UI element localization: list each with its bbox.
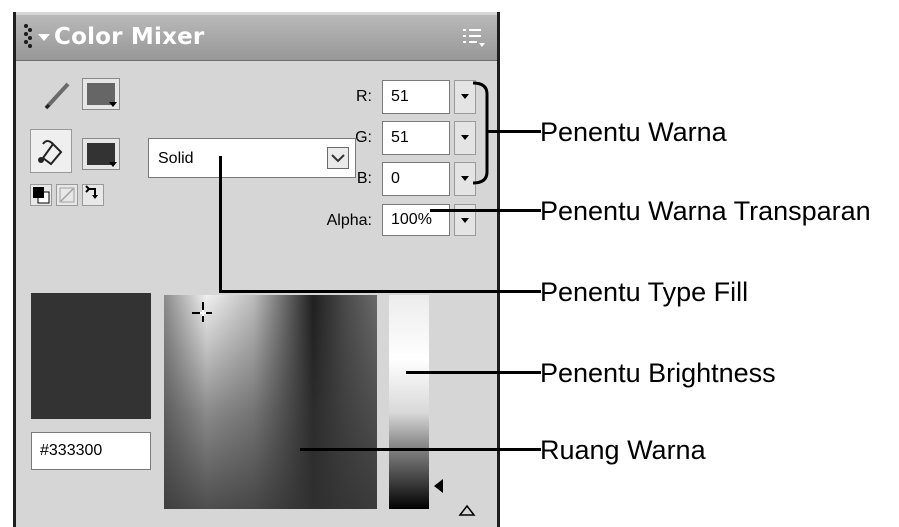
green-channel-label: G: — [355, 129, 372, 146]
blue-channel-label: B: — [356, 170, 372, 187]
callout-line-ruang — [300, 448, 541, 451]
stroke-color-button[interactable] — [82, 78, 120, 110]
collapse-arrow-icon[interactable] — [38, 34, 50, 41]
chevron-down-icon — [461, 135, 469, 140]
blue-channel-input[interactable]: 0 — [382, 162, 450, 196]
green-channel-input[interactable]: 51 — [382, 121, 450, 155]
fill-type-value: Solid — [158, 150, 194, 167]
chevron-down-icon — [109, 102, 117, 107]
callout-ruang-warna: Ruang Warna — [540, 435, 706, 465]
crosshair-cursor-icon — [192, 302, 212, 322]
callout-penentu-warna: Penentu Warna — [540, 117, 727, 147]
chevron-down-icon — [331, 154, 345, 163]
chevron-down-icon — [461, 176, 469, 181]
callout-line-warna — [487, 130, 541, 133]
hex-value-input[interactable]: #333300 — [31, 432, 151, 470]
brightness-slider[interactable] — [389, 295, 429, 509]
red-channel-input[interactable]: 51 — [382, 80, 450, 114]
fill-tool-toggle[interactable] — [30, 129, 72, 173]
callout-penentu-brightness: Penentu Brightness — [540, 358, 776, 388]
no-color-icon — [59, 187, 75, 203]
red-channel-label: R: — [356, 88, 372, 105]
drag-grip-icon[interactable] — [24, 24, 32, 50]
chevron-down-icon — [461, 94, 469, 99]
callout-line-typefill-v — [219, 156, 222, 293]
fill-type-dropdown-button[interactable] — [327, 147, 349, 169]
callout-penentu-transparan: Penentu Warna Transparan — [540, 196, 871, 226]
swap-colors-icon — [85, 185, 98, 199]
panel-titlebar[interactable]: Color Mixer — [16, 15, 497, 61]
callout-line-transparan — [430, 209, 541, 212]
color-space-picker[interactable] — [164, 295, 377, 509]
callout-line-brightness — [406, 371, 541, 374]
chevron-down-icon — [109, 162, 117, 167]
brightness-marker-icon[interactable] — [434, 479, 443, 493]
black-white-button[interactable] — [30, 184, 52, 206]
expand-triangle-icon[interactable] — [458, 504, 476, 516]
options-menu-icon[interactable] — [463, 27, 485, 49]
chevron-down-icon — [461, 218, 469, 223]
callout-penentu-type-fill: Penentu Type Fill — [540, 277, 749, 307]
swap-colors-button[interactable] — [82, 184, 104, 206]
color-preview-swatch — [31, 293, 151, 419]
black-white-icon — [33, 187, 50, 204]
pencil-icon — [44, 82, 70, 110]
callout-line-typefill-h — [219, 290, 541, 293]
panel-title: Color Mixer — [54, 24, 205, 50]
rgb-bracket — [473, 81, 489, 185]
fill-color-button[interactable] — [82, 138, 120, 170]
no-color-button[interactable] — [56, 184, 78, 206]
alpha-label: Alpha: — [326, 212, 372, 229]
paint-bucket-icon — [38, 140, 63, 166]
